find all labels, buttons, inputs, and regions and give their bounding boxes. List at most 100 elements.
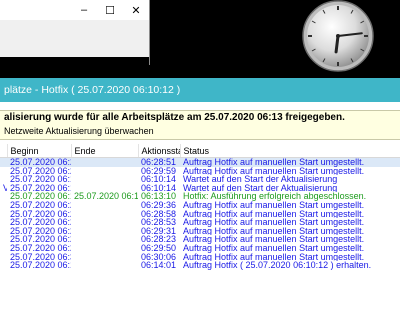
column-header-aktionsstart[interactable]: Aktionsstart	[138, 144, 181, 158]
cell-beginn: 25.07.2020 06:28:49	[7, 157, 71, 167]
cell-beginn: 25.07.2020 06:29:28	[10, 226, 71, 236]
row-marker	[0, 253, 7, 262]
table-row[interactable]: 25.07.2020 06:30:06 06:30:06 Auftrag Hotfi…	[0, 253, 400, 262]
table-row[interactable]: 25.07.2020 06:29:35 06:29:36 Auftrag Hotfi…	[0, 201, 400, 210]
job-table: Beginn Ende Aktionsstart Status 25.07.20…	[0, 144, 400, 270]
table-row[interactable]: 25.07.2020 06:28:49 06:28:51Auftrag Hotfi…	[0, 157, 400, 167]
cell-ende	[71, 157, 138, 167]
row-marker	[0, 192, 7, 201]
cell-beginn: 25.07.2020 06:28:21	[10, 235, 71, 244]
cell-beginn: 25.07.2020 06:10:14	[10, 192, 71, 201]
cell-beginn: 25.07.2020 06:29:35	[10, 200, 71, 210]
column-header-beginn[interactable]: Beginn	[7, 144, 72, 158]
cell-beginn: 25.07.2020 06:28:56	[10, 209, 71, 219]
table-row[interactable]: 25.07.2020 06:29:28 06:29:31 Auftrag Hotfi…	[0, 227, 400, 236]
cell-status: Wartet auf den Start der Aktualisierung	[183, 183, 338, 193]
info-banner: alisierung wurde für alle Arbeitsplätze …	[0, 110, 400, 140]
cell-aktionsstart: 06:29:50	[141, 243, 177, 253]
cell-aktionsstart: 06:28:53	[141, 218, 177, 227]
cell-aktionsstart: 06:29:59	[141, 166, 177, 176]
row-marker	[0, 218, 7, 227]
clock-center	[336, 34, 340, 38]
table-row[interactable]: V25.07.2020 06:10:14 06:10:14 Wartet auf d…	[0, 184, 400, 193]
cell-ende: 25.07.2020 06:13:10	[74, 192, 138, 201]
column-header-ende[interactable]: Ende	[71, 144, 139, 158]
cell-ende	[71, 261, 138, 270]
cell-beginn: 25.07.2020 06:29:48	[10, 243, 71, 253]
maximize-button[interactable]: ☐	[97, 4, 123, 17]
cell-ende	[71, 167, 138, 176]
cell-status: Auftrag Hotfix auf manuellen Start umges…	[183, 235, 365, 244]
cell-status: Auftrag Hotfix auf manuellen Start umges…	[183, 200, 365, 210]
background-window-titlebar: – ☐ ✕	[0, 0, 149, 20]
cell-status: Auftrag Hotfix auf manuellen Start umges…	[183, 252, 365, 262]
cell-status: Wartet auf den Start der Aktualisierung	[183, 175, 338, 184]
clock-gadget	[302, 0, 374, 72]
row-marker	[0, 227, 7, 236]
cell-ende	[71, 210, 138, 219]
cell-ende	[71, 201, 138, 210]
table-row[interactable]: 25.07.2020 06:14:01 06:14:01 Auftrag Hotfi…	[0, 261, 400, 270]
table-row[interactable]: 25.07.2020 06:28:51 06:28:53 Auftrag Hotfi…	[0, 218, 400, 227]
row-marker	[0, 175, 7, 184]
hotfix-window: plätze - Hotfix ( 25.07.2020 06:10:12 ) …	[0, 78, 400, 322]
cell-aktionsstart: 06:28:23	[141, 235, 177, 244]
background-window: – ☐ ✕	[0, 0, 150, 65]
table-body: 25.07.2020 06:28:4906:28:51Auftrag Hotfi…	[0, 157, 400, 270]
cell-aktionsstart: 06:28:51	[138, 157, 180, 167]
cell-status: Auftrag Hotfix auf manuellen Start umges…	[183, 209, 365, 219]
cell-ende	[71, 253, 138, 262]
cell-ende	[71, 184, 138, 193]
cell-status: Hotfix: Ausführung erfolgreich abgeschlo…	[183, 192, 367, 201]
row-marker	[0, 244, 7, 253]
row-marker: V	[3, 183, 7, 193]
hour-hand	[334, 34, 340, 54]
table-row[interactable]: 25.07.2020 06:29:59 06:29:59 Auftrag Hotfi…	[0, 167, 400, 176]
row-marker	[0, 157, 7, 167]
cell-status: Auftrag Hotfix auf manuellen Start umges…	[180, 157, 400, 167]
cell-beginn: 25.07.2020 06:14:01	[10, 261, 71, 270]
row-marker	[0, 261, 7, 270]
cell-ende	[71, 235, 138, 244]
cell-status: Auftrag Hotfix auf manuellen Start umges…	[183, 218, 365, 227]
cell-status: Auftrag Hotfix auf manuellen Start umges…	[183, 243, 365, 253]
row-marker	[0, 210, 7, 219]
table-row[interactable]: 25.07.2020 06:10:14 06:10:14 Wartet auf de…	[0, 175, 400, 184]
cell-beginn: 25.07.2020 06:28:51	[10, 218, 71, 227]
cell-ende	[71, 218, 138, 227]
cell-ende	[71, 244, 138, 253]
cell-aktionsstart: 06:29:31	[141, 226, 177, 236]
row-marker	[0, 235, 7, 244]
cell-aktionsstart: 06:30:06	[141, 252, 177, 262]
cell-ende	[71, 175, 138, 184]
cell-aktionsstart: 06:10:14	[141, 175, 177, 184]
table-row[interactable]: 25.07.2020 06:10:1425.07.2020 06:13:1006…	[0, 192, 400, 201]
cell-beginn: 25.07.2020 06:30:06	[10, 252, 71, 262]
cell-status: Auftrag Hotfix auf manuellen Start umges…	[183, 226, 365, 236]
cell-beginn: 25.07.2020 06:10:14	[10, 175, 71, 184]
window-title: plätze - Hotfix ( 25.07.2020 06:10:12 )	[0, 78, 400, 102]
cell-aktionsstart: 06:28:58	[141, 209, 177, 219]
cell-status: Auftrag Hotfix ( 25.07.2020 06:10:12 ) e…	[183, 261, 372, 270]
cell-aktionsstart: 06:14:01	[141, 261, 177, 270]
row-marker	[0, 201, 7, 210]
info-message: alisierung wurde für alle Arbeitsplätze …	[4, 112, 345, 123]
column-header-status[interactable]: Status	[180, 144, 400, 158]
cell-aktionsstart: 06:29:36	[141, 200, 177, 210]
cell-beginn: 25.07.2020 06:10:14	[10, 183, 71, 193]
cell-aktionsstart: 06:13:10	[141, 192, 177, 201]
row-marker	[0, 167, 7, 176]
monitor-label: Netzweite Aktualisierung überwachen	[4, 126, 154, 136]
cell-aktionsstart: 06:10:14	[141, 183, 177, 193]
table-header: Beginn Ende Aktionsstart Status	[0, 144, 400, 158]
minimize-button[interactable]: –	[71, 4, 97, 16]
table-row[interactable]: 25.07.2020 06:28:21 06:28:23 Auftrag Hotfi…	[0, 235, 400, 244]
table-row[interactable]: 25.07.2020 06:28:56 06:28:58 Auftrag Hotfi…	[0, 210, 400, 219]
column-header-marker[interactable]	[0, 144, 8, 158]
cell-status: Auftrag Hotfix auf manuellen Start umges…	[183, 166, 365, 176]
close-button[interactable]: ✕	[123, 4, 149, 17]
cell-ende	[71, 227, 138, 236]
table-row[interactable]: 25.07.2020 06:29:48 06:29:50 Auftrag Hotfi…	[0, 244, 400, 253]
cell-beginn: 25.07.2020 06:29:59	[10, 166, 71, 176]
window-bottom-edge	[0, 57, 149, 65]
